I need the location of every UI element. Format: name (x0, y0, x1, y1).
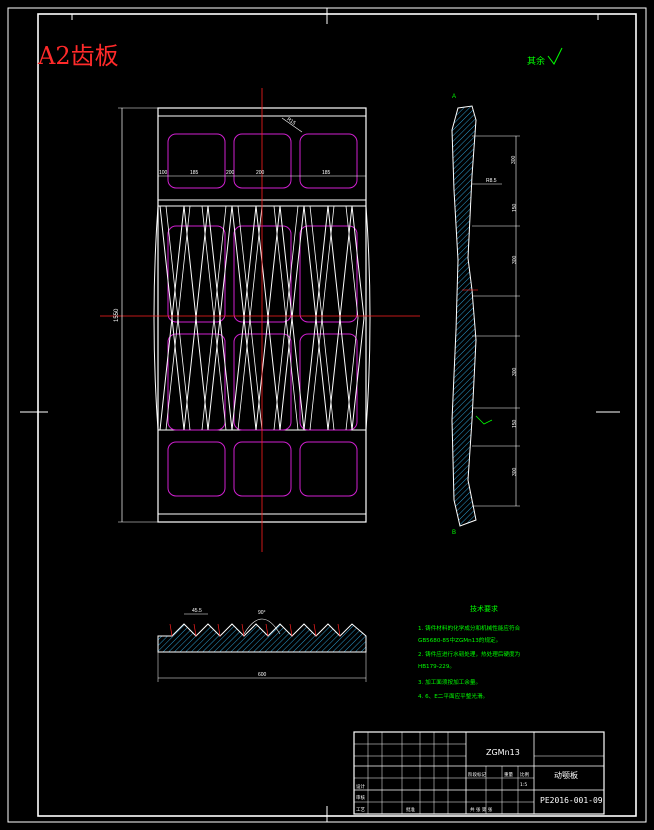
outer-border (7, 7, 647, 823)
front-view: 1550 100 185 200 200 185 R15 (100, 88, 420, 552)
side-dim-3: 300 (512, 255, 518, 264)
section-label-b: B (452, 530, 456, 536)
side-dim-6: 300 (512, 467, 518, 476)
top-dim-3: 200 (226, 170, 235, 176)
tech-req-item-1: 1. 铸件材料的化学成分和机械性能应符合 (418, 624, 521, 632)
thickness-dimension: R8.5 (486, 178, 497, 184)
bottom-width-dimension: 600 (258, 672, 267, 678)
title-block-label-scale: 比例 (520, 771, 529, 778)
tooth-angle-dimension: 90° (258, 610, 266, 616)
tech-req-item-3: 2. 铸件应进行水韧处理，热处理后硬度为 (418, 650, 521, 658)
top-dim-2: 185 (190, 170, 199, 176)
side-dim-1: 300 (511, 155, 517, 164)
title-block-label-stage: 阶段标记 (468, 771, 486, 778)
title-block-label-sheets: 共 张 第 张 (470, 806, 493, 813)
drawing-title: A2齿板 (37, 42, 119, 70)
roughness-label: 其余 (527, 55, 545, 67)
side-dim-4: 300 (512, 367, 518, 376)
tech-req-item-5: 3. 加工面须按加工余量。 (418, 678, 481, 686)
top-dim-5: 185 (322, 170, 331, 176)
title-block-label-designer: 设计 (356, 783, 365, 790)
tech-req-item-4: HB179-229。 (418, 664, 455, 670)
title-block-scale: 1:5 (520, 782, 527, 788)
roughness-symbol (547, 47, 563, 65)
tech-req-item-6: 4. 6、E二平面应平整光滑。 (418, 692, 488, 700)
title-block-label-check: 审核 (356, 794, 365, 801)
radius-label: R15 (286, 116, 297, 126)
engineering-drawing: A2齿板 其余 1550 100 185 200 200 185 R15 300… (7, 7, 647, 823)
height-dimension: 1550 (114, 308, 120, 322)
top-dim-1: 100 (159, 170, 168, 176)
side-dim-5: 150 (512, 419, 518, 428)
section-label-a: A (452, 94, 456, 100)
side-dim-2: 150 (512, 203, 518, 212)
technical-requirements: 技术要求 1. 铸件材料的化学成分和机械性能应符合 GB5680-85中ZGMn… (418, 604, 521, 700)
title-block-material: ZGMn13 (486, 748, 520, 757)
title-block-label-approve: 批准 (406, 806, 415, 813)
tooth-pitch-dimension: 45.5 (192, 608, 202, 614)
title-block-part-name: 动颚板 (554, 770, 578, 780)
top-dim-4: 200 (256, 170, 265, 176)
side-roughness-symbol (475, 415, 493, 425)
bottom-section-view: 600 45.5 90° (157, 608, 367, 682)
title-block-label-weight: 重量 (504, 771, 513, 778)
title-block-drawing-number: PE2016-001-09 (540, 796, 603, 805)
side-view: 300 150 300 300 150 300 R8.5 A B (451, 94, 520, 536)
tech-req-item-2: GB5680-85中ZGMn13的规定。 (418, 636, 501, 644)
tech-req-heading: 技术要求 (470, 604, 498, 613)
title-block-label-process: 工艺 (356, 807, 365, 813)
